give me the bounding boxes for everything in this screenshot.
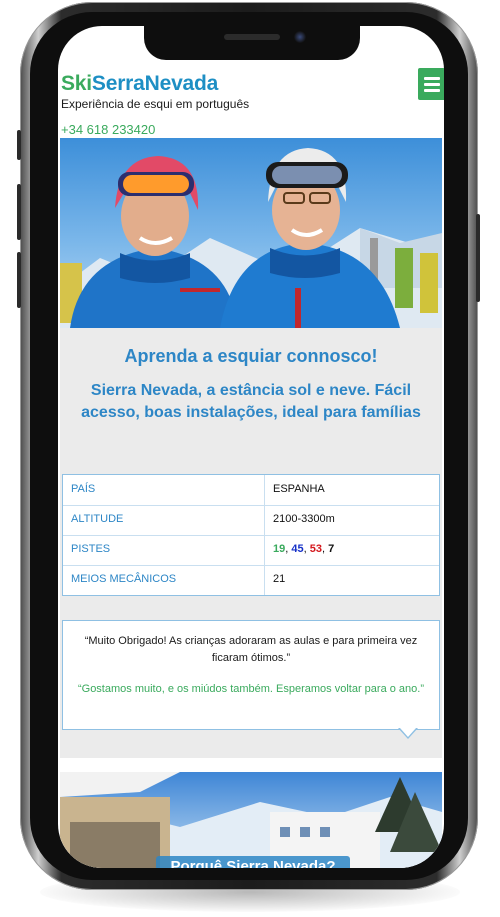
phone-link[interactable]: +34 618 233420 [61, 122, 155, 137]
testimonial-quote: “Muito Obrigado! As crianças adoraram as… [84, 635, 418, 664]
volume-down-button [17, 252, 21, 308]
table-value: 2100-3300m [273, 513, 335, 525]
testimonial-box: “Muito Obrigado! As crianças adoraram as… [62, 620, 440, 730]
hero-photo-illustration [60, 148, 442, 328]
table-value: 21 [273, 573, 286, 585]
resort-photo-illustration [60, 772, 442, 868]
table-key: ALTITUDE [71, 513, 124, 525]
site-logo[interactable]: SkiSerraNevada [61, 72, 218, 96]
volume-up-button [17, 184, 21, 240]
power-button [476, 214, 480, 302]
pistes-red: 53 [309, 543, 322, 555]
table-value: ESPANHA [273, 483, 325, 495]
section-title-why-sierra-nevada: Porquê Sierra Nevada? [156, 856, 350, 868]
hero-image [60, 138, 442, 328]
resort-info-table: PAÍS ESPANHA ALTITUDE 2100-3300m PISTES … [62, 474, 440, 596]
hamburger-menu-icon[interactable] [418, 68, 444, 100]
site-tagline: Experiência de esqui em português [61, 97, 250, 111]
speaker [224, 34, 280, 40]
testimonial-quote: “Gostamos muito, e os miúdos também. Esp… [77, 683, 425, 695]
table-row: PAÍS ESPANHA [63, 475, 439, 506]
pistes-black: 7 [328, 543, 335, 555]
intro-heading: Aprenda a esquiar connosco! [124, 346, 378, 366]
table-row: MEIOS MECÂNICOS 21 [63, 565, 439, 595]
table-row: PISTES 19, 45, 53, 7 [63, 535, 439, 566]
front-camera [294, 31, 306, 43]
screen: SkiSerraNevada Experiência de esqui em p… [58, 26, 444, 868]
table-key: MEIOS MECÂNICOS [71, 573, 177, 585]
intro-section: Aprenda a esquiar connosco! Sierra Nevad… [60, 328, 442, 758]
logo-part-ski: Ski [61, 72, 92, 95]
mute-switch [17, 130, 21, 160]
intro-subheading: Sierra Nevada, a estância sol e neve. Fá… [81, 382, 421, 421]
site-header: SkiSerraNevada Experiência de esqui em p… [58, 66, 444, 137]
table-row: ALTITUDE 2100-3300m [63, 505, 439, 536]
pistes-value: 19, 45, 53, 7 [273, 543, 335, 555]
pistes-green: 19 [273, 543, 286, 555]
table-key: PAÍS [71, 483, 96, 495]
logo-part-serranevada: SerraNevada [91, 72, 219, 95]
table-key: PISTES [71, 543, 111, 555]
resort-image: Porquê Sierra Nevada? [60, 772, 442, 868]
testimonial-tail-inner [400, 728, 416, 737]
notch [144, 26, 360, 60]
pistes-blue: 45 [291, 543, 304, 555]
